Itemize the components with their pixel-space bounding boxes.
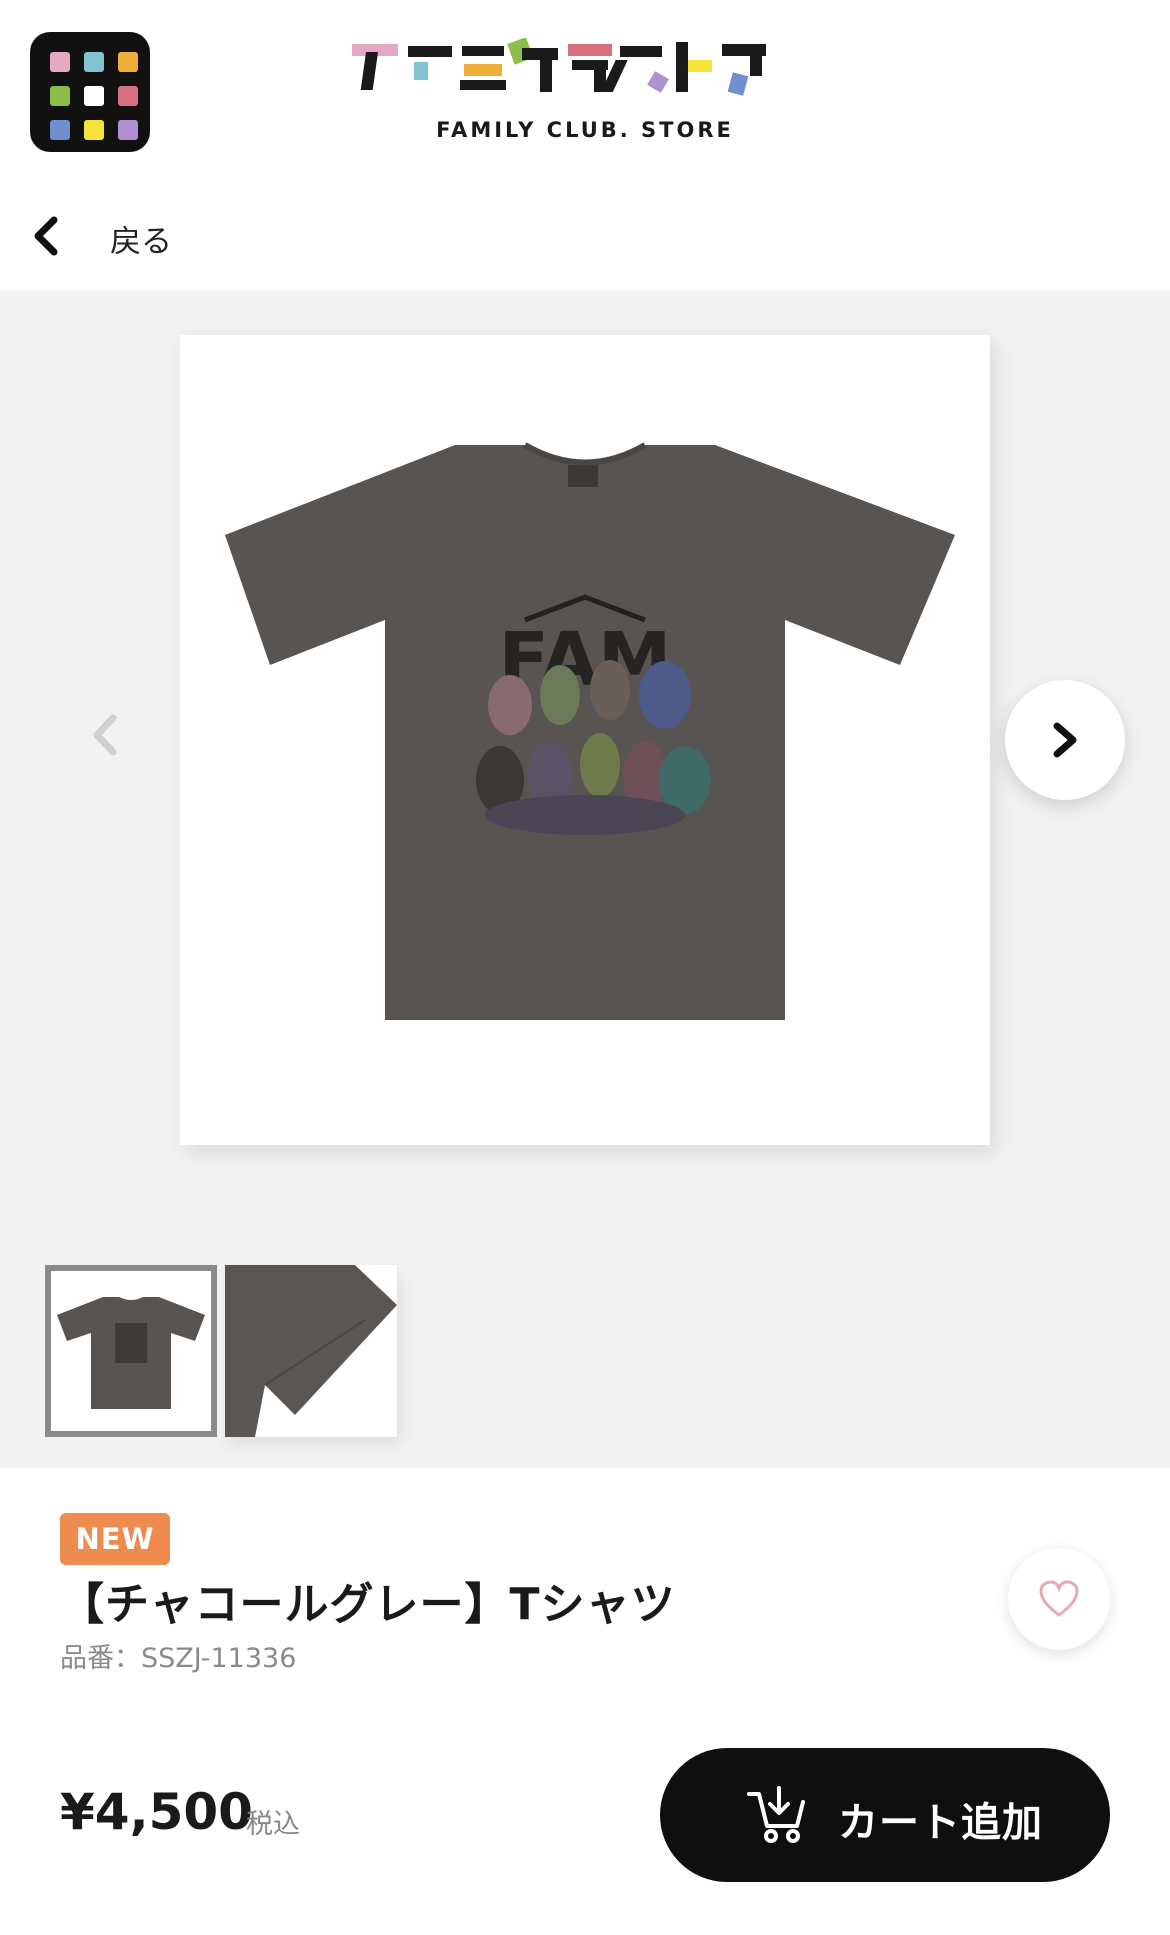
add-to-cart-button[interactable]: カート追加: [660, 1748, 1110, 1882]
main-product-image[interactable]: FAM: [180, 335, 990, 1145]
cart-icon: [747, 1786, 805, 1843]
thumbnail-sleeve-detail[interactable]: [225, 1265, 397, 1437]
heart-icon: [1039, 1580, 1079, 1617]
next-image-button[interactable]: [1005, 680, 1125, 800]
app-grid-square: [118, 86, 138, 106]
sleeve-detail-image: [225, 1265, 397, 1437]
store-logo[interactable]: FAMILY CLUB. STORE: [350, 38, 820, 148]
store-logo-wordmark: [352, 38, 766, 96]
app-grid-square: [84, 52, 104, 72]
back-row: 戻る: [0, 180, 1170, 290]
chevron-left-icon[interactable]: [85, 710, 125, 760]
product-code: 品番：SSZJ-11336: [60, 1643, 297, 1674]
product-gallery: FAM: [0, 290, 1170, 1468]
app-grid-square: [84, 86, 104, 106]
product-price: ¥4,500: [60, 1783, 253, 1841]
app-grid-square: [118, 52, 138, 72]
app-grid-square: [50, 86, 70, 106]
tshirt-image: FAM: [225, 442, 955, 1020]
tax-note: 税込: [246, 1809, 300, 1840]
store-logo-subtitle: FAMILY CLUB. STORE: [436, 118, 734, 142]
chevron-right-icon: [1053, 722, 1077, 758]
tshirt-thumbnail-image: [57, 1297, 205, 1409]
app-menu-grid-icon[interactable]: [30, 32, 150, 152]
product-title: 【チャコールグレー】Tシャツ: [60, 1579, 676, 1630]
app-grid-square: [118, 120, 138, 140]
new-badge: NEW: [60, 1513, 170, 1565]
thumbnail-strip: [45, 1265, 397, 1437]
add-to-cart-label: カート追加: [838, 1800, 1043, 1846]
app-grid-square: [50, 52, 70, 72]
back-link[interactable]: 戻る: [110, 216, 172, 261]
favorite-button[interactable]: [1008, 1548, 1110, 1650]
app-grid-square: [84, 120, 104, 140]
product-info: NEW 【チャコールグレー】Tシャツ 品番：SSZJ-11336 ¥4,500 …: [0, 1468, 1170, 1935]
app-grid-square: [50, 120, 70, 140]
header: FAMILY CLUB. STORE: [0, 0, 1170, 180]
thumbnail-front[interactable]: [45, 1265, 217, 1437]
chevron-left-icon[interactable]: [28, 216, 64, 256]
